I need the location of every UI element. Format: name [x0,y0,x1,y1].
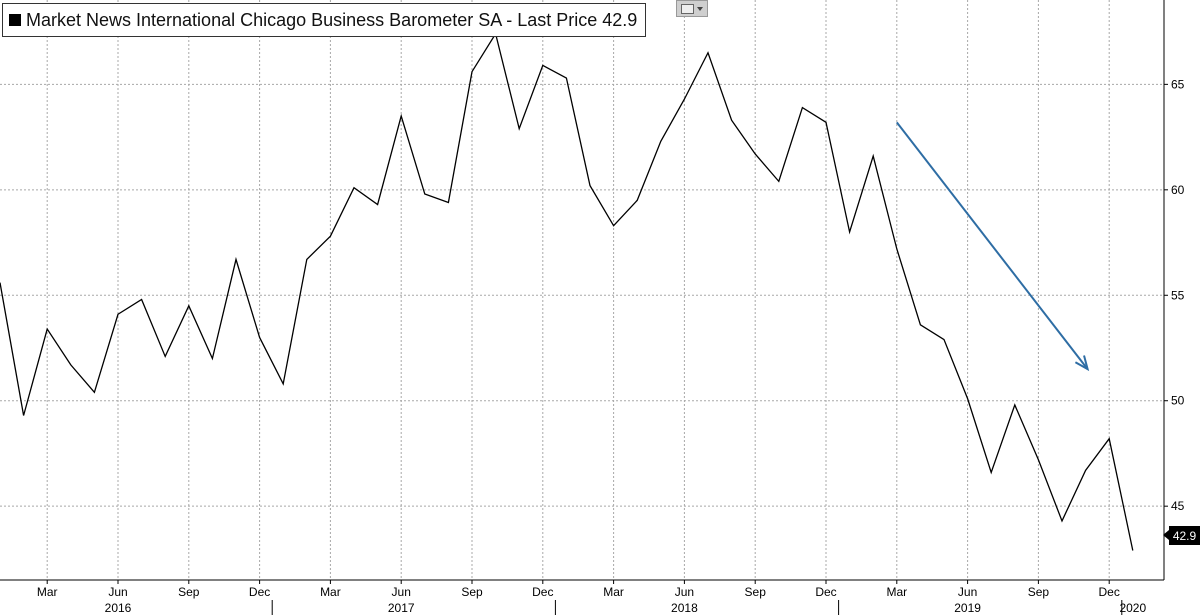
legend-swatch [9,14,21,26]
year-label: 2019 [954,601,981,615]
x-tick-label: Sep [745,585,767,599]
year-label: 2017 [388,601,415,615]
x-tick-label: Dec [1099,585,1120,599]
x-tick-label: Sep [178,585,200,599]
chart: 45 50 55 60 65 Mar Jun Sep Dec Mar Jun Sep Dec Mar Jun… [0,0,1185,615]
x-tick-label: Jun [392,585,411,599]
x-tick-label: Jun [108,585,127,599]
x-tick-label: Mar [886,585,907,599]
x-tick-label: Sep [461,585,483,599]
y-tick-label: 45 [1171,499,1185,513]
y-tick-label: 60 [1171,183,1185,197]
x-tick-label: Dec [532,585,553,599]
x-tick-label: Mar [37,585,58,599]
x-tick-label: Dec [815,585,836,599]
x-tick-label: Sep [1028,585,1050,599]
chart-legend: Market News International Chicago Busine… [2,3,647,37]
x-tick-label: Jun [958,585,977,599]
last-price-label: 42.9 [1163,526,1200,545]
x-tick-label: Mar [320,585,341,599]
trend-arrow-shaft [896,121,1089,370]
chart-type-dropdown-button[interactable] [676,0,708,17]
y-tick-label: 55 [1171,288,1185,302]
line-chart-icon [681,3,694,14]
y-tick-label: 50 [1171,394,1185,408]
y-tick-label: 65 [1171,77,1185,91]
legend-label: Market News International Chicago Busine… [26,9,638,30]
x-tick-label: Mar [603,585,624,599]
x-tick-label: Jun [675,585,694,599]
year-label: 2016 [105,601,132,615]
chevron-down-icon [697,6,703,11]
series-line [0,32,1134,551]
year-label: 2020 [1119,601,1146,615]
year-label: 2018 [671,601,698,615]
x-tick-label: Dec [249,585,270,599]
